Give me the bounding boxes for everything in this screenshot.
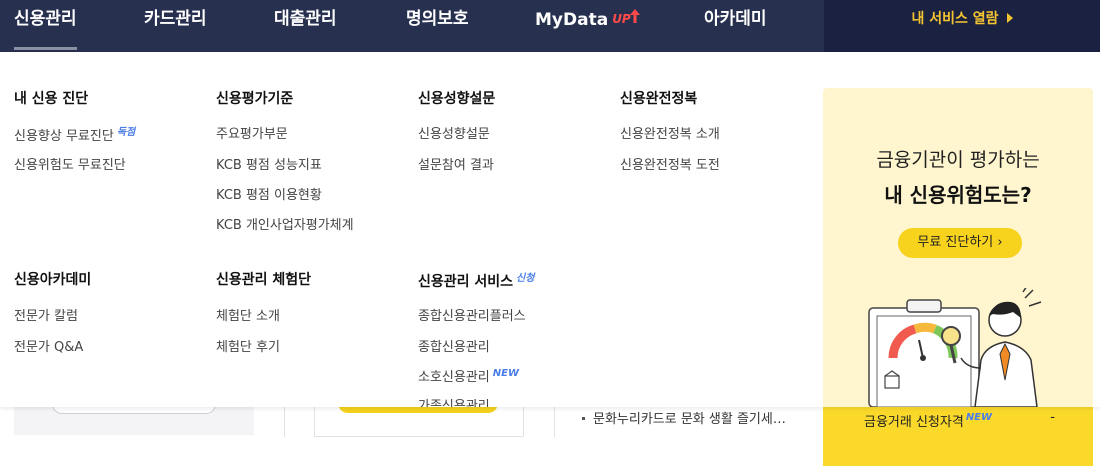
menu-link-kcb-performance[interactable]: KCB 평점 성능지표 [216,154,322,173]
bullet-icon [582,417,585,420]
my-service-button[interactable]: 내 서비스 열람 [824,0,1100,52]
menu-heading-credit-diagnosis[interactable]: 내 신용 진단 [14,88,88,108]
menu-link-expert-qa[interactable]: 전문가 Q&A [14,336,83,355]
menu-link-credit-risk[interactable]: 신용위험도 무료진단 [14,154,126,173]
credit-check-illustration [868,288,1042,407]
menu-link-expert-column[interactable]: 전문가 칼럼 [14,305,78,324]
yellow-panel-dash: - [1050,410,1055,425]
triangle-right-icon [1006,13,1013,23]
exclusive-badge: 독점 [116,127,136,138]
menu-link-kcb-business[interactable]: KCB 개인사업자평가체계 [216,214,354,233]
menu-link-label: 신용향상 무료진단 [14,129,114,144]
mydata-up-badge: UP [612,12,631,26]
menu-link-survey-results[interactable]: 설문참여 결과 [418,154,494,173]
menu-heading-credit-survey[interactable]: 신용성향설문 [418,88,495,108]
promo-panel: 금융기관이 평가하는 내 신용위험도는? 무료 진단하기 › [823,88,1093,407]
menu-link-credit-improvement[interactable]: 신용향상 무료진단 독점 [14,123,135,144]
nav-academy[interactable]: 아카데미 [704,0,767,52]
nav-loan-management[interactable]: 대출관리 [274,0,337,52]
nav-mydata-label: MyData [535,10,609,30]
menu-heading-label: 신용관리 서비스 [418,274,514,290]
news-list-item[interactable]: 문화누리카드로 문화 생활 즐기세… [582,408,786,427]
promo-title-line1: 금융기관이 평가하는 [876,149,1040,171]
page-background: 문화누리카드로 문화 생활 즐기세… 금융거래 신청자격 NEW - [0,400,1100,466]
menu-link-soho[interactable]: 소호신용관리 NEW [418,366,519,385]
nav-mydata[interactable]: MyData UP [535,0,640,52]
background-yellow-panel: 금융거래 신청자격 NEW - [823,405,1093,466]
menu-link-group-intro[interactable]: 체험단 소개 [216,305,280,324]
menu-link-survey[interactable]: 신용성향설문 [418,123,490,142]
divider [554,405,555,437]
menu-heading-credit-service[interactable]: 신용관리 서비스 신청 [418,269,534,291]
menu-link-main-evaluation[interactable]: 주요평가부문 [216,123,288,142]
arrow-up-icon [629,9,640,23]
menu-heading-credit-academy[interactable]: 신용아카데미 [14,269,91,289]
my-service-label: 내 서비스 열람 [911,11,999,27]
menu-heading-evaluation-criteria[interactable]: 신용평가기준 [216,88,293,108]
news-item-text: 문화누리카드로 문화 생활 즐기세… [593,412,786,427]
menu-link-label: 소호신용관리 [418,370,490,385]
menu-link-family[interactable]: 가족신용관리 [418,395,490,407]
menu-heading-experience-group[interactable]: 신용관리 체험단 [216,269,311,289]
new-badge: NEW [492,368,519,379]
free-diagnosis-button[interactable]: 무료 진단하기 › [898,228,1022,258]
promo-title-line2: 내 신용위험도는? [884,183,1032,207]
yellow-panel-text: 금융거래 신청자격 [864,415,964,430]
nav-card-management[interactable]: 카드관리 [144,0,207,52]
new-badge: NEW [965,412,993,423]
menu-heading-credit-mastery[interactable]: 신용완전정복 [620,88,697,108]
nav-credit-management[interactable]: 신용관리 [14,0,77,52]
top-navigation: 신용관리 카드관리 대출관리 명의보호 MyData UP 아카데미 내 서비스 … [0,0,1100,52]
menu-link-group-reviews[interactable]: 체험단 후기 [216,336,280,355]
mega-menu: 내 신용 진단 신용향상 무료진단 독점 신용위험도 무료진단 신용평가기준 주요… [0,52,1100,407]
menu-link-mastery-intro[interactable]: 신용완전정복 소개 [620,123,720,142]
menu-link-total[interactable]: 종합신용관리 [418,336,490,355]
divider [284,405,285,437]
menu-link-mastery-challenge[interactable]: 신용완전정복 도전 [620,154,720,173]
nav-identity-protection[interactable]: 명의보호 [406,0,469,52]
yellow-panel-item[interactable]: 금융거래 신청자격 NEW [864,411,992,430]
menu-link-kcb-usage[interactable]: KCB 평점 이용현황 [216,184,322,203]
apply-badge: 신청 [516,273,535,284]
menu-link-total-plus[interactable]: 종합신용관리플러스 [418,305,526,324]
